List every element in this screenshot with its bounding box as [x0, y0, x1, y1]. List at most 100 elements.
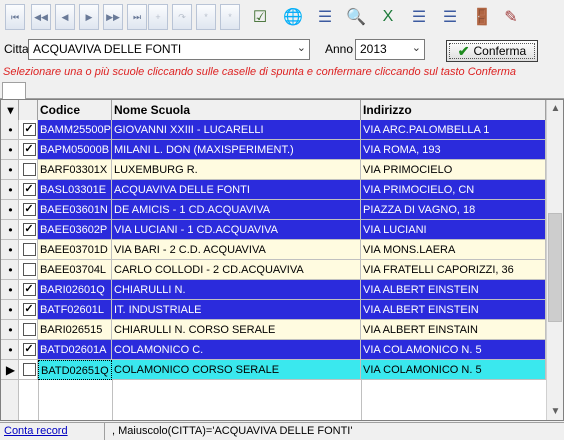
row-checkbox[interactable] [22, 322, 36, 336]
prev-page-button[interactable]: ◀◀ [31, 4, 51, 30]
cell-address[interactable]: VIA ALBERT EINSTEIN [361, 280, 546, 300]
row-indicator[interactable]: ▶ [1, 360, 19, 380]
row-checkbox[interactable]: ✓ [22, 282, 36, 296]
tab-main[interactable] [2, 82, 26, 99]
cell-code[interactable]: BAPM05000B [38, 140, 112, 160]
cell-code[interactable]: BAEE03704L [38, 260, 112, 280]
row-check-cell[interactable]: ✓ [19, 180, 38, 200]
clear-button[interactable]: * [220, 4, 240, 30]
row-checkbox[interactable] [22, 262, 36, 276]
table-row[interactable]: • ✓ BATF02601L IT. INDUSTRIALE VIA ALBERT EI… [1, 300, 546, 320]
header-name[interactable]: Nome Scuola [112, 100, 361, 120]
table-row[interactable]: • ✓ BARI02601Q CHIARULLI N. VIA ALBERT EINST… [1, 280, 546, 300]
cell-address[interactable]: PIAZZA DI VAGNO, 18 [361, 200, 546, 220]
cell-address[interactable]: VIA FRATELLI CAPORIZZI, 36 [361, 260, 546, 280]
table-row[interactable]: • ✓ BAEE03602P VIA LUCIANI - 1 CD.ACQUAVIVA… [1, 220, 546, 240]
next-record-button[interactable]: ▶ [79, 4, 99, 30]
exit-door-button[interactable]: 🚪 [469, 3, 495, 31]
cell-name[interactable]: COLAMONICO C. [112, 340, 361, 360]
cell-name[interactable]: CHIARULLI N. [112, 280, 361, 300]
scroll-down-icon[interactable]: ▼ [547, 403, 563, 420]
header-address[interactable]: Indirizzo [361, 100, 546, 120]
scroll-thumb[interactable] [548, 213, 562, 322]
cell-address[interactable]: VIA ROMA, 193 [361, 140, 546, 160]
row-indicator[interactable]: • [1, 180, 19, 200]
row-checkbox[interactable]: ✓ [22, 202, 36, 216]
prev-record-button[interactable]: ◀ [55, 4, 75, 30]
row-check-cell[interactable]: ✓ [19, 280, 38, 300]
checklist-button[interactable]: ☑ [247, 3, 273, 31]
row-checkbox[interactable]: ✓ [22, 222, 36, 236]
row-check-cell[interactable]: ✓ [19, 340, 38, 360]
row-check-cell[interactable] [19, 360, 38, 380]
count-records-link[interactable]: Conta record [4, 425, 68, 437]
edit-list-button[interactable]: ✎ [498, 3, 524, 31]
table-row[interactable]: • ✓ BAEE03601N DE AMICIS - 1 CD.ACQUAVIVA PI… [1, 200, 546, 220]
header-indicator[interactable]: ▾ [1, 100, 19, 120]
cell-address[interactable]: VIA LUCIANI [361, 220, 546, 240]
row-check-cell[interactable] [19, 320, 38, 340]
row-checkbox[interactable]: ✓ [22, 302, 36, 316]
row-indicator[interactable]: • [1, 300, 19, 320]
row-check-cell[interactable]: ✓ [19, 140, 38, 160]
row-check-cell[interactable]: ✓ [19, 200, 38, 220]
row-indicator[interactable]: • [1, 220, 19, 240]
row-indicator[interactable]: • [1, 320, 19, 340]
excel-export-button[interactable]: X [375, 3, 401, 31]
table-row[interactable]: ▶ BATD02651Q COLAMONICO CORSO SERALE VIA CO… [1, 360, 546, 380]
cell-name[interactable]: LUXEMBURG R. [112, 160, 361, 180]
cell-name[interactable]: ACQUAVIVA DELLE FONTI [112, 180, 361, 200]
cell-name[interactable]: GIOVANNI XXIII - LUCARELLI [112, 120, 361, 140]
cell-name[interactable]: VIA LUCIANI - 1 CD.ACQUAVIVA [112, 220, 361, 240]
city-select[interactable]: ACQUAVIVA DELLE FONTI ⌄ [28, 39, 310, 60]
cell-name[interactable]: DE AMICIS - 1 CD.ACQUAVIVA [112, 200, 361, 220]
table-row[interactable]: • BAEE03704L CARLO COLLODI - 2 CD.ACQUAVIV… [1, 260, 546, 280]
confirm-button[interactable]: ✔ Conferma [446, 40, 538, 62]
cell-name[interactable]: COLAMONICO CORSO SERALE [112, 360, 361, 380]
table-row[interactable]: • BAEE03701D VIA BARI - 2 C.D. ACQUAVIVA VI… [1, 240, 546, 260]
cell-address[interactable]: VIA ALBERT EINSTAIN [361, 320, 546, 340]
last-record-button[interactable]: ⏭ [127, 4, 147, 30]
row-indicator[interactable]: • [1, 200, 19, 220]
first-record-button[interactable]: ⏮ [5, 4, 25, 30]
row-indicator[interactable]: • [1, 260, 19, 280]
row-checkbox[interactable] [22, 242, 36, 256]
row-checkbox[interactable]: ✓ [22, 122, 36, 136]
table-row[interactable]: • BARF03301X LUXEMBURG R. VIA PRIMOCIELO [1, 160, 546, 180]
vertical-scrollbar[interactable]: ▲ ▼ [546, 100, 563, 420]
cell-address[interactable]: VIA PRIMOCIELO [361, 160, 546, 180]
cell-name[interactable]: CHIARULLI N. CORSO SERALE [112, 320, 361, 340]
detail-view-button[interactable]: ☰ [437, 3, 463, 31]
cell-code[interactable]: BARI026515 [38, 320, 112, 340]
cell-code[interactable]: BATD02601A [38, 340, 112, 360]
scroll-up-icon[interactable]: ▲ [547, 100, 563, 117]
row-indicator[interactable]: • [1, 340, 19, 360]
cell-code[interactable]: BARI02601Q [38, 280, 112, 300]
refresh-button[interactable]: ↷ [172, 4, 192, 30]
row-checkbox[interactable] [22, 162, 36, 176]
add-record-button[interactable]: + [148, 4, 168, 30]
search-button[interactable]: 🔍 [343, 3, 369, 31]
table-row[interactable]: • ✓ BAMM25500P GIOVANNI XXIII - LUCARELLI VI… [1, 120, 546, 140]
table-row[interactable]: • ✓ BASL03301E ACQUAVIVA DELLE FONTI VIA PRI… [1, 180, 546, 200]
header-check[interactable] [19, 100, 38, 120]
header-code[interactable]: Codice [38, 100, 112, 120]
cell-address[interactable]: VIA PRIMOCIELO, CN [361, 180, 546, 200]
row-indicator[interactable]: • [1, 240, 19, 260]
row-checkbox[interactable]: ✓ [22, 342, 36, 356]
row-check-cell[interactable] [19, 240, 38, 260]
cell-code[interactable]: BARF03301X [38, 160, 112, 180]
asterisk-button[interactable]: * [196, 4, 216, 30]
cell-name[interactable]: IT. INDUSTRIALE [112, 300, 361, 320]
cell-address[interactable]: VIA MONS.LAERA [361, 240, 546, 260]
table-row[interactable]: • BARI026515 CHIARULLI N. CORSO SERALE VIA … [1, 320, 546, 340]
table-row[interactable]: • ✓ BAPM05000B MILANI L. DON (MAXISPERIMENT… [1, 140, 546, 160]
row-checkbox[interactable]: ✓ [22, 182, 36, 196]
globe-button[interactable]: 🌐 [280, 3, 306, 31]
row-indicator[interactable]: • [1, 140, 19, 160]
list-filter-button[interactable]: ☰ [312, 3, 338, 31]
cell-name[interactable]: VIA BARI - 2 C.D. ACQUAVIVA [112, 240, 361, 260]
cell-name[interactable]: MILANI L. DON (MAXISPERIMENT.) [112, 140, 361, 160]
cell-name[interactable]: CARLO COLLODI - 2 CD.ACQUAVIVA [112, 260, 361, 280]
cell-code[interactable]: BASL03301E [38, 180, 112, 200]
